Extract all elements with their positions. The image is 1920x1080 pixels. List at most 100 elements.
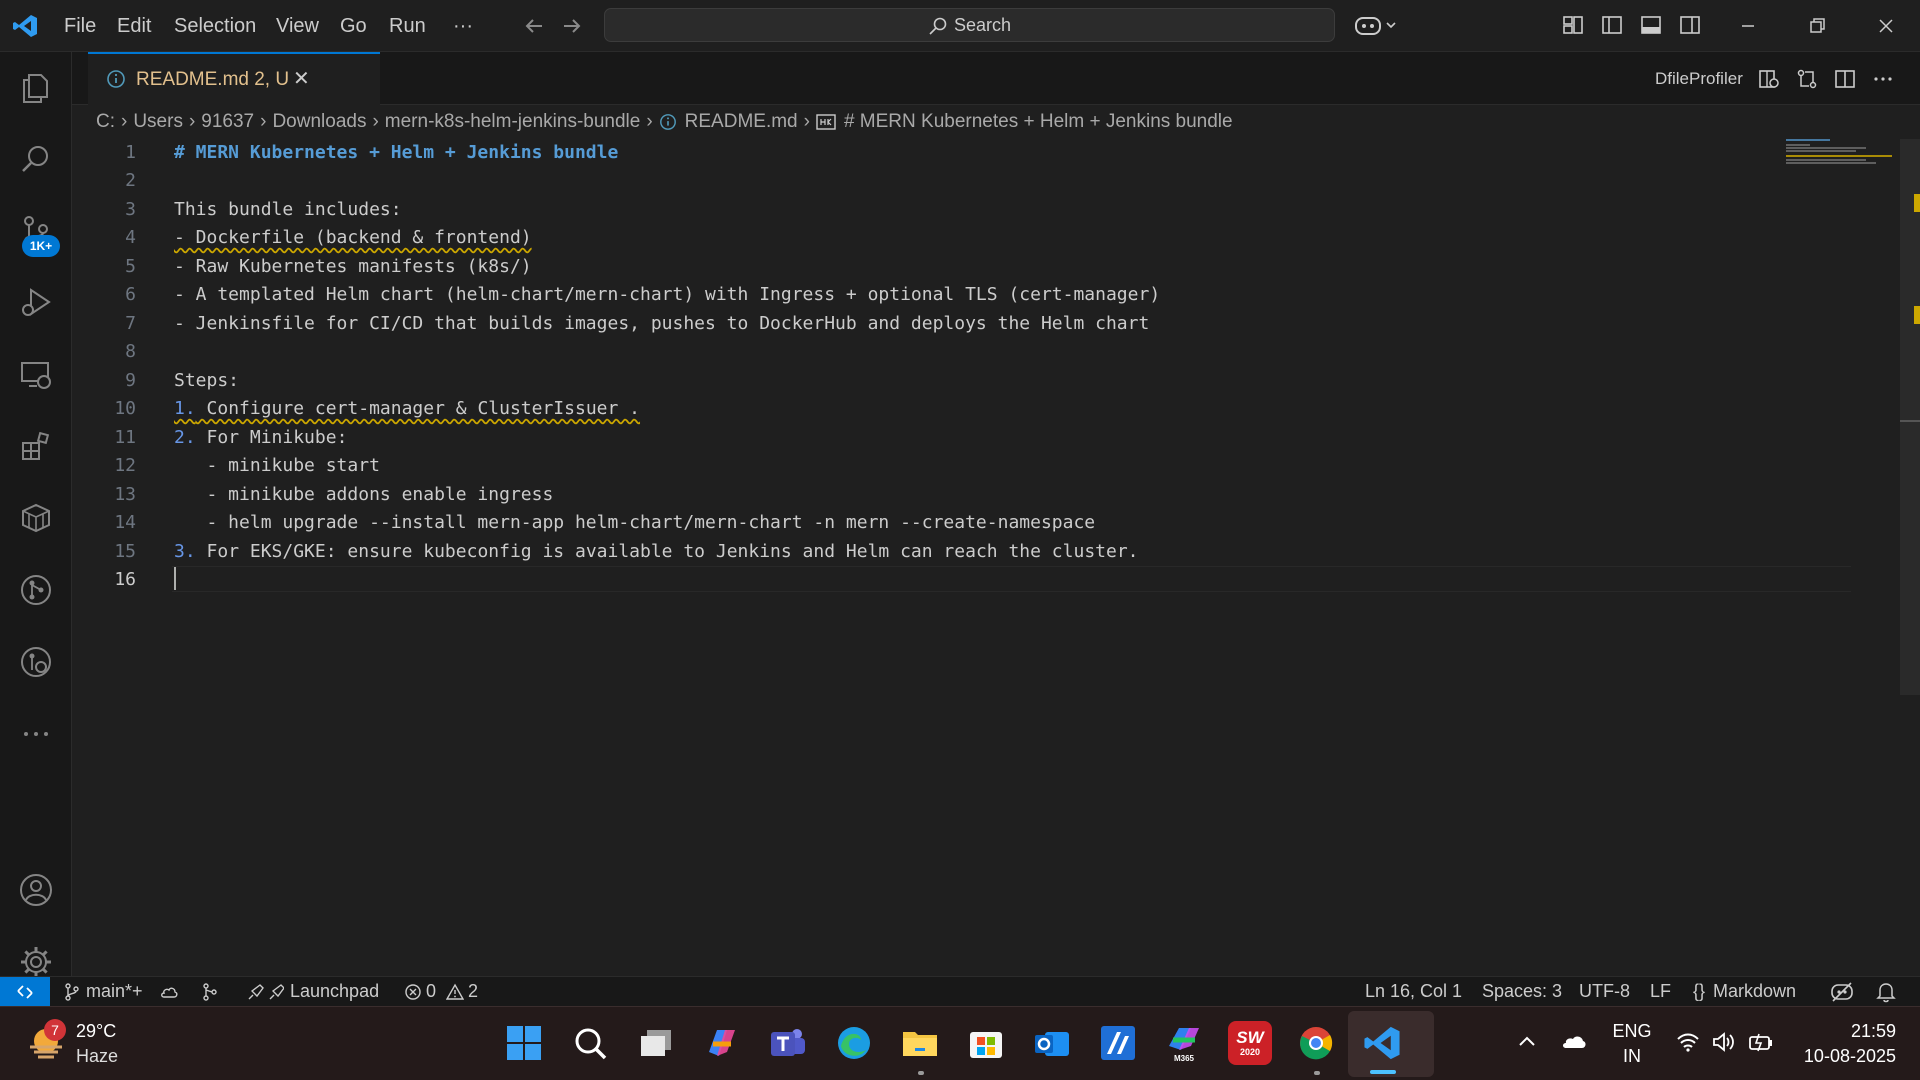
restore-icon[interactable] (1805, 14, 1829, 38)
breadcrumb-user-folder[interactable]: 91637 (201, 106, 254, 138)
solidworks-icon[interactable]: SW 2020 (1228, 1021, 1272, 1065)
toggle-panel-icon[interactable] (1640, 14, 1662, 36)
breadcrumb-file[interactable]: README.md (685, 106, 798, 138)
tab-close-icon[interactable]: ✕ (293, 54, 310, 105)
weather-description[interactable]: Haze (76, 1046, 118, 1067)
customize-layout-icon[interactable] (1562, 14, 1584, 36)
menu-selection[interactable]: Selection (174, 0, 256, 52)
line-number: 5 (125, 256, 136, 277)
close-window-icon[interactable] (1874, 14, 1898, 38)
code-line: 3. For EKS/GKE: ensure kubeconfig is ava… (174, 541, 1139, 562)
wifi-icon[interactable] (1676, 1031, 1700, 1053)
microsoft-store-icon[interactable] (964, 1021, 1008, 1065)
vscode-taskbar-icon[interactable] (1360, 1021, 1404, 1065)
copilot-icon[interactable] (1354, 13, 1398, 39)
explorer-icon[interactable] (12, 64, 60, 112)
branch-status[interactable]: main*+ (64, 977, 143, 1006)
line-number: 4 (125, 227, 136, 248)
language-indicator[interactable]: ENG IN (1612, 1021, 1652, 1067)
cursor-position[interactable]: Ln 16, Col 1 (1365, 977, 1462, 1006)
dfile-profiler-button[interactable]: DfileProfiler (1655, 52, 1743, 105)
back-arrow-icon[interactable] (522, 14, 546, 38)
tab-readme[interactable]: README.md 2, U ✕ (88, 52, 380, 105)
gitlens-inspect-icon[interactable] (12, 638, 60, 686)
minimap[interactable] (1786, 139, 1906, 199)
end-of-line[interactable]: LF (1650, 977, 1671, 1006)
code-line: - Jenkinsfile for CI/CD that builds imag… (174, 313, 1150, 334)
windows-start-icon[interactable] (502, 1021, 546, 1065)
current-line-highlight (172, 566, 1851, 592)
notifications-bell-icon[interactable] (1876, 981, 1896, 1003)
split-editor-icon[interactable] (1834, 68, 1856, 90)
scrollbar-cursor-marker (1900, 420, 1920, 422)
breadcrumb-drive[interactable]: C: (96, 106, 115, 138)
run-debug-icon[interactable] (12, 278, 60, 326)
remote-indicator-icon[interactable] (0, 977, 50, 1006)
vertical-scrollbar[interactable] (1900, 139, 1920, 695)
indentation[interactable]: Spaces: 3 (1482, 977, 1562, 1006)
text-cursor (174, 567, 176, 590)
volume-icon[interactable] (1712, 1031, 1736, 1053)
command-center-search[interactable]: Search (604, 8, 1335, 42)
activity-bar: 1K+ (0, 52, 72, 977)
language-mode[interactable]: {} Markdown (1693, 977, 1796, 1006)
weather-temperature[interactable]: 29°C (76, 1021, 116, 1042)
clock[interactable]: 21:59 10-08-2025 (1796, 1021, 1896, 1067)
search-icon (928, 16, 948, 36)
editor-area[interactable]: 1 2 3 4 5 6 7 8 9 10 11 12 13 14 15 16 #… (72, 139, 1920, 976)
more-actions-icon[interactable] (1872, 68, 1894, 90)
open-changes-icon[interactable] (1796, 68, 1818, 90)
search-view-icon[interactable] (12, 135, 60, 183)
warning-icon (446, 983, 465, 1001)
copilot-app-icon[interactable] (700, 1021, 744, 1065)
accounts-icon[interactable] (12, 866, 60, 914)
containers-icon[interactable] (12, 494, 60, 542)
breadcrumb-users[interactable]: Users (133, 106, 183, 138)
edge-icon[interactable] (832, 1021, 876, 1065)
sync-cloud-icon[interactable] (158, 982, 180, 1002)
breadcrumb-project[interactable]: mern-k8s-helm-jenkins-bundle (385, 106, 641, 138)
git-graph-icon[interactable] (12, 566, 60, 614)
windows-taskbar: 7 29°C Haze M365 SW 2020 ENG IN 21:59 10… (0, 1006, 1920, 1080)
menu-run[interactable]: Run (389, 0, 426, 52)
battery-icon[interactable] (1748, 1031, 1774, 1053)
menu-file[interactable]: File (64, 0, 96, 52)
line-number: 8 (125, 341, 136, 362)
menu-go[interactable]: Go (340, 0, 367, 52)
menu-view[interactable]: View (276, 0, 319, 52)
breadcrumb-downloads[interactable]: Downloads (272, 106, 366, 138)
title-bar: File Edit Selection View Go Run ··· Sear… (0, 0, 1920, 52)
task-view-icon[interactable] (634, 1021, 678, 1065)
encoding[interactable]: UTF-8 (1579, 977, 1630, 1006)
more-views-icon[interactable] (12, 710, 60, 758)
file-explorer-icon[interactable] (898, 1021, 942, 1065)
open-preview-icon[interactable] (1758, 68, 1780, 90)
chevron-right-icon: › (372, 111, 379, 132)
toggle-secondary-sidebar-icon[interactable] (1679, 14, 1701, 36)
git-graph-status-icon[interactable] (200, 982, 220, 1002)
menu-edit[interactable]: Edit (117, 0, 151, 52)
breadcrumb-symbol[interactable]: # MERN Kubernetes + Helm + Jenkins bundl… (844, 106, 1233, 138)
menu-more[interactable]: ··· (453, 0, 473, 52)
onedrive-icon[interactable] (1560, 1031, 1588, 1051)
chrome-icon[interactable] (1294, 1021, 1338, 1065)
azure-data-studio-icon[interactable] (1096, 1021, 1140, 1065)
line-number: 2 (125, 170, 136, 191)
problems-status[interactable]: 0 2 (404, 977, 478, 1006)
chevron-right-icon: › (646, 111, 653, 132)
microsoft-365-icon[interactable]: M365 (1162, 1021, 1206, 1065)
teams-icon[interactable] (766, 1021, 810, 1065)
forward-arrow-icon[interactable] (560, 14, 584, 38)
outlook-icon[interactable] (1030, 1021, 1074, 1065)
chevron-right-icon: › (260, 111, 267, 132)
remote-explorer-icon[interactable] (12, 350, 60, 398)
launchpad-button[interactable]: Launchpad (246, 977, 379, 1006)
taskbar-search-icon[interactable] (568, 1021, 612, 1065)
copilot-status-icon[interactable] (1830, 981, 1854, 1003)
weather-alert-badge: 7 (44, 1019, 66, 1041)
show-hidden-icons-chevron-icon[interactable] (1516, 1031, 1538, 1053)
code-line-warning: 1. Configure cert-manager & ClusterIssue… (174, 398, 641, 419)
minimize-icon[interactable] (1736, 14, 1760, 38)
extensions-icon[interactable] (12, 422, 60, 470)
toggle-primary-sidebar-icon[interactable] (1601, 14, 1623, 36)
